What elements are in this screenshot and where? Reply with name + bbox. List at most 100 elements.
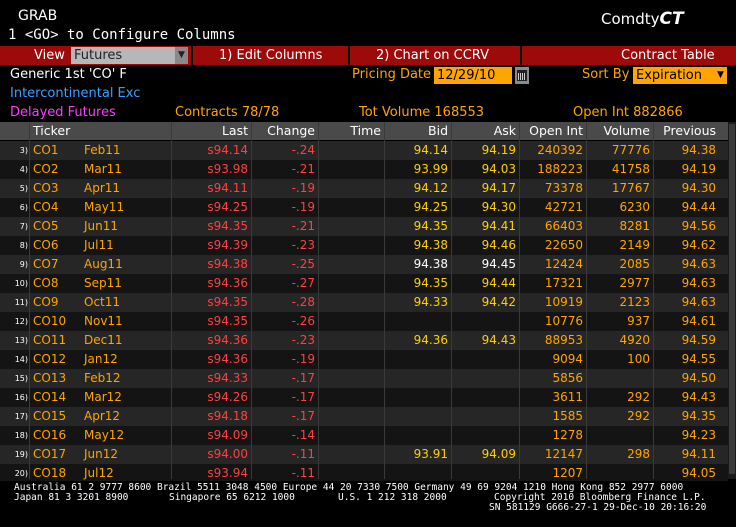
ticker-cell[interactable]: CO3: [33, 179, 83, 198]
calendar-icon[interactable]: [515, 67, 529, 84]
previous-cell: 94.55: [681, 352, 716, 366]
table-row[interactable]: 16) CO14 Mar12 s94.26 -.17 3611 292 94.43: [0, 388, 728, 407]
change-cell: -.19: [291, 181, 315, 195]
table-row[interactable]: 12) CO10 Nov11 s94.35 -.26 10776 937 94.61: [0, 312, 728, 331]
volume-cell: 6230: [619, 200, 650, 214]
column-header-bid[interactable]: Bid: [385, 122, 448, 140]
table-row[interactable]: 13) CO11 Dec11 s94.36 -.23 94.36 94.43 88953 492…: [0, 331, 728, 350]
row-number: 5): [19, 184, 28, 193]
row-number: 13): [14, 336, 28, 345]
footer: Australia 61 2 9777 8600 Brazil 5511 304…: [0, 481, 736, 527]
open-int-cell: 66403: [544, 219, 583, 233]
ticker-cell[interactable]: CO16: [33, 426, 83, 445]
row-number: 15): [14, 374, 28, 383]
table-row[interactable]: 14) CO12 Jan12 s94.36 -.19 9094 100 94.55: [0, 350, 728, 369]
column-header-change[interactable]: Change: [252, 122, 315, 140]
chart-ccrv-button[interactable]: 2) Chart on CCRV: [376, 46, 489, 65]
change-cell: -.24: [291, 143, 315, 157]
table-row[interactable]: 7) CO5 Jun11 s94.35 -.21 94.35 94.41 66403 8281 9…: [0, 217, 728, 236]
row-number: 17): [14, 412, 28, 421]
previous-cell: 94.19: [681, 162, 716, 176]
ticker-cell[interactable]: CO5: [33, 217, 83, 236]
pricing-date-input[interactable]: 12/29/10: [434, 67, 512, 84]
bid-cell: [385, 312, 448, 331]
column-header-time[interactable]: Time: [319, 122, 381, 140]
ticker-cell[interactable]: CO8: [33, 274, 83, 293]
view-select[interactable]: Futures: [71, 47, 175, 64]
table-row[interactable]: 19) CO17 Jun12 s94.00 -.11 93.91 94.09 12147 298…: [0, 445, 728, 464]
ask-cell: 94.17: [481, 181, 516, 195]
month-cell: Jul11: [84, 238, 114, 252]
footer-phone-us: U.S. 1 212 318 2000: [338, 492, 447, 503]
table-row[interactable]: 18) CO16 May12 s94.09 -.14 1278 94.23: [0, 426, 728, 445]
last-cell: s94.36: [207, 352, 248, 366]
table-row[interactable]: 9) CO7 Aug11 s94.38 -.25 94.38 94.45 12424 2085 9…: [0, 255, 728, 274]
open-int-cell: 10776: [544, 314, 583, 328]
volume-cell: 292: [627, 390, 650, 404]
previous-cell: 94.43: [681, 390, 716, 404]
column-header-ask[interactable]: Ask: [452, 122, 516, 140]
ticker-cell[interactable]: CO13: [33, 369, 83, 388]
ticker-cell[interactable]: CO17: [33, 445, 83, 464]
ticker-cell[interactable]: CO15: [33, 407, 83, 426]
bid-cell: 94.36: [413, 333, 448, 347]
column-header-volume[interactable]: Volume: [587, 122, 651, 140]
volume-cell: 41758: [611, 162, 650, 176]
column-header-open-int[interactable]: Open Int: [520, 122, 583, 140]
open-int-cell: 1278: [552, 428, 583, 442]
ticker-cell[interactable]: CO9: [33, 293, 83, 312]
view-dropdown-icon[interactable]: ▼: [175, 47, 188, 64]
table-row[interactable]: 11) CO9 Oct11 s94.35 -.28 94.33 94.42 10919 2123…: [0, 293, 728, 312]
table-row[interactable]: 8) CO6 Jul11 s94.39 -.23 94.38 94.46 22650 2149 9…: [0, 236, 728, 255]
app-title-suffix: CT: [659, 9, 684, 29]
sort-by-select[interactable]: Expiration: [633, 67, 714, 84]
ticker-cell[interactable]: CO2: [33, 160, 83, 179]
edit-columns-button[interactable]: 1) Edit Columns: [219, 46, 322, 65]
table-row[interactable]: 4) CO2 Mar11 s93.98 -.21 93.99 94.03 188223 4175…: [0, 160, 728, 179]
month-cell: Feb12: [84, 371, 121, 385]
table-row[interactable]: 17) CO15 Apr12 s94.18 -.17 1585 292 94.35: [0, 407, 728, 426]
ask-cell: [452, 388, 516, 407]
volume-cell: 298: [627, 447, 650, 461]
change-cell: -.26: [291, 314, 315, 328]
month-cell: Jun11: [84, 219, 119, 233]
volume-cell: 2149: [619, 238, 650, 252]
ticker-cell[interactable]: CO7: [33, 255, 83, 274]
table-row[interactable]: 10) CO8 Sep11 s94.36 -.27 94.35 94.44 17321 2977…: [0, 274, 728, 293]
table-row[interactable]: 3) CO1 Feb11 s94.14 -.24 94.14 94.19 240392 7777…: [0, 141, 728, 160]
volume-cell: 100: [627, 352, 650, 366]
ticker-cell[interactable]: CO12: [33, 350, 83, 369]
table-row[interactable]: 15) CO13 Feb12 s94.33 -.17 5856 94.50: [0, 369, 728, 388]
ticker-cell[interactable]: CO14: [33, 388, 83, 407]
sort-dropdown-icon[interactable]: ▼: [714, 67, 727, 84]
ask-cell: [452, 350, 516, 369]
column-header-last[interactable]: Last: [172, 122, 248, 140]
ticker-cell[interactable]: CO4: [33, 198, 83, 217]
contract-table-button[interactable]: Contract Table: [621, 46, 715, 65]
change-cell: -.19: [291, 200, 315, 214]
table-row[interactable]: 6) CO4 May11 s94.25 -.19 94.25 94.30 42721 6230 9…: [0, 198, 728, 217]
ticker-cell[interactable]: CO11: [33, 331, 83, 350]
ticker-cell[interactable]: CO10: [33, 312, 83, 331]
ticker-cell[interactable]: CO6: [33, 236, 83, 255]
vertical-scrollbar[interactable]: [728, 122, 736, 479]
pricing-date-label: Pricing Date: [352, 67, 432, 82]
app-title-prefix: Comdty: [601, 10, 660, 28]
column-header-previous[interactable]: Previous: [654, 122, 716, 140]
previous-cell: 94.11: [681, 447, 716, 461]
previous-cell: 94.30: [681, 181, 716, 195]
ticker-cell[interactable]: CO1: [33, 141, 83, 160]
table-row[interactable]: 5) CO3 Apr11 s94.11 -.19 94.12 94.17 73378 17767…: [0, 179, 728, 198]
exchange-name: Intercontinental Exc: [10, 86, 141, 101]
open-int-cell: 42721: [544, 200, 583, 214]
total-volume: Tot Volume 168553: [359, 105, 485, 120]
column-divider: [451, 122, 452, 479]
column-header-ticker[interactable]: Ticker: [33, 122, 70, 140]
last-cell: s94.36: [207, 276, 248, 290]
open-int-cell: 188223: [537, 162, 583, 176]
month-cell: Nov11: [84, 314, 123, 328]
month-cell: Mar12: [84, 390, 122, 404]
previous-cell: 94.61: [681, 314, 716, 328]
scrollbar-thumb[interactable]: [729, 124, 735, 474]
bid-cell: [385, 426, 448, 445]
